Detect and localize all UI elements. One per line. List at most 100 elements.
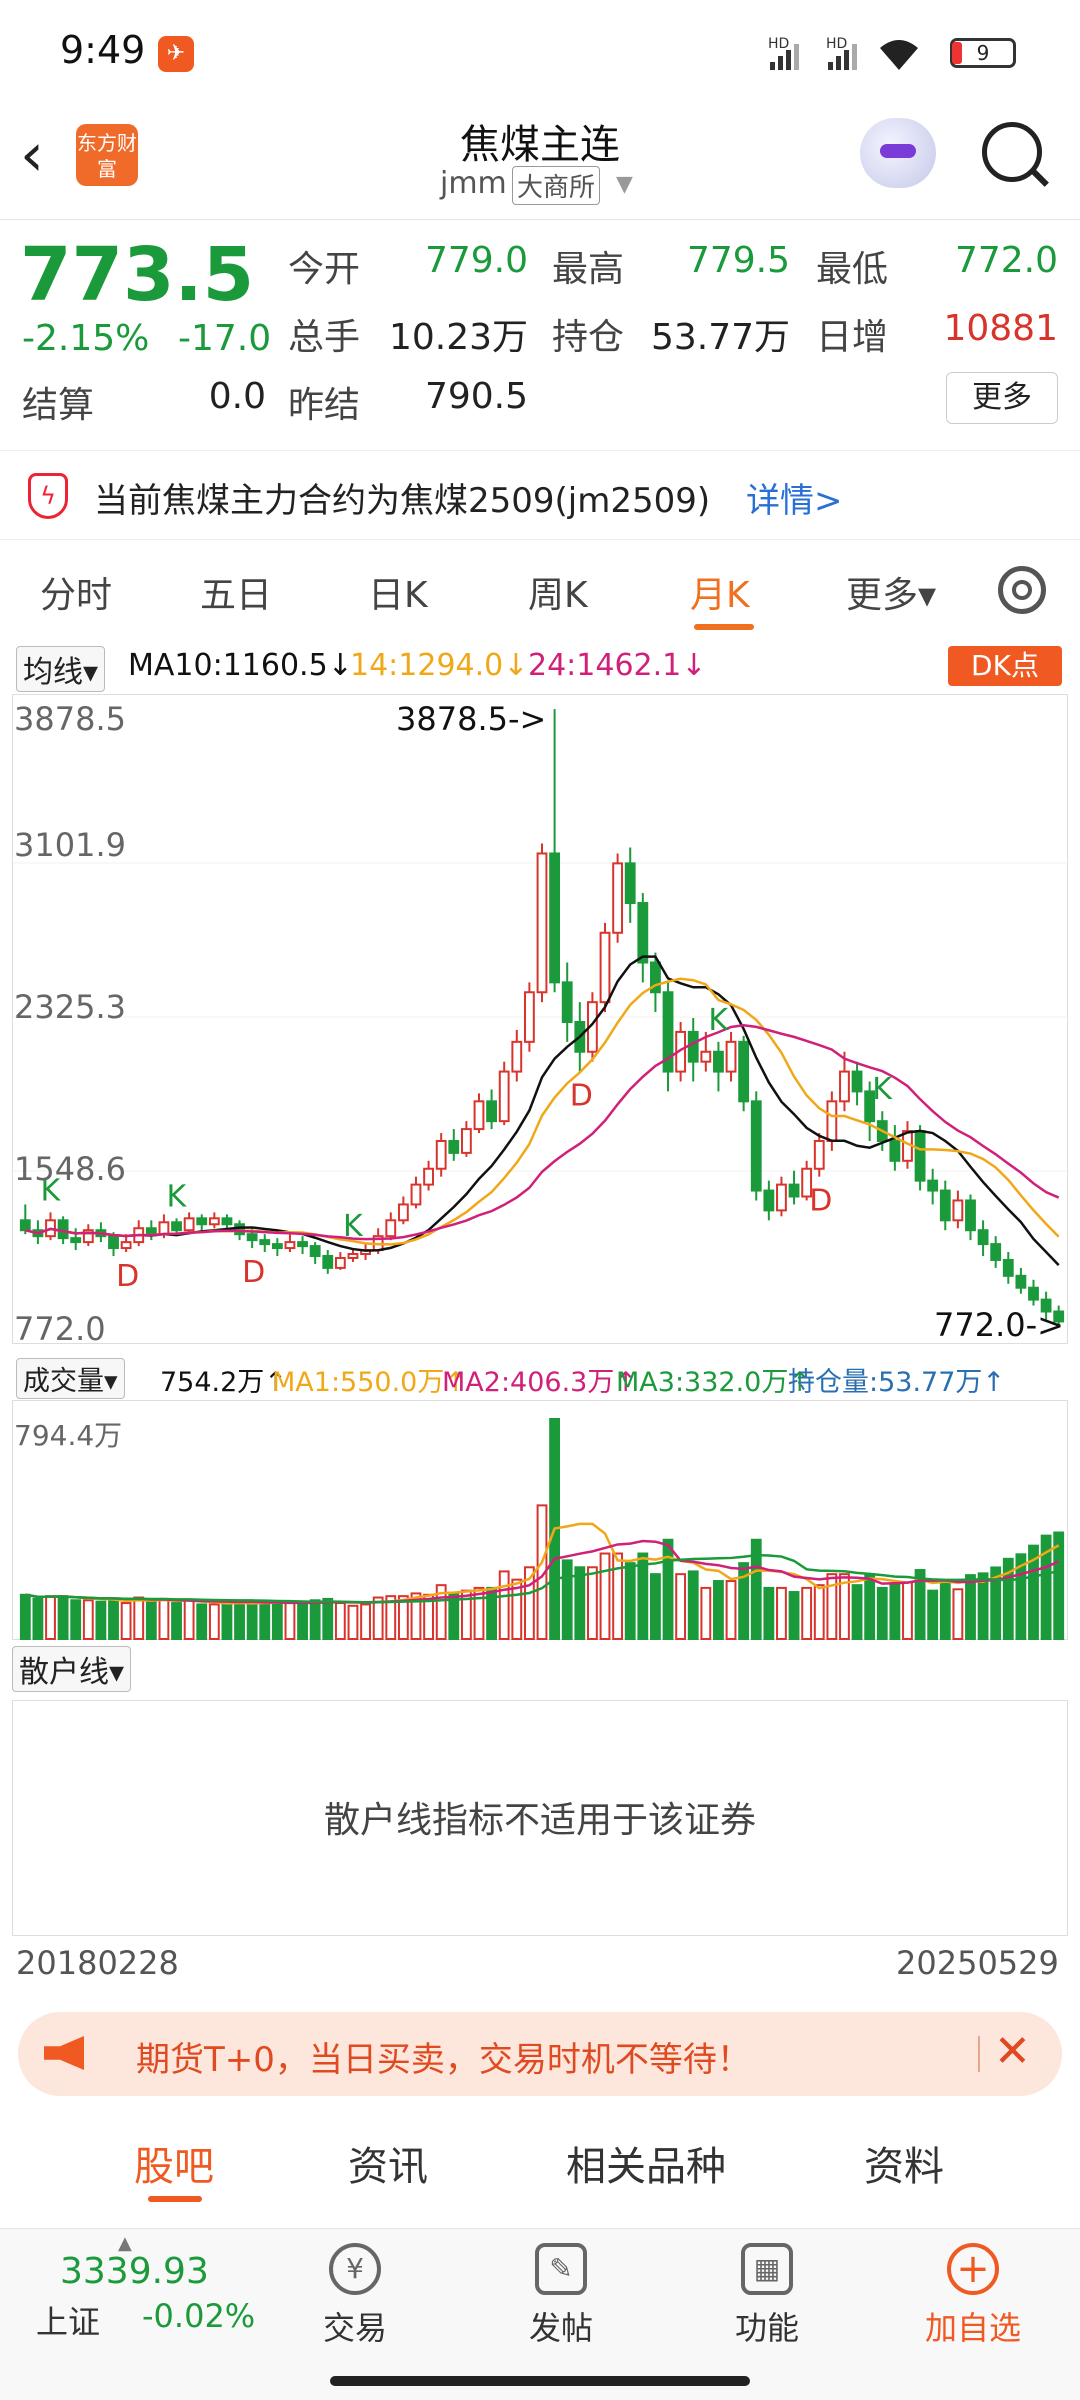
- volume-bar: [801, 1586, 813, 1640]
- add-watchlist-label: 加自选: [924, 2309, 1021, 2347]
- volume-bar: [675, 1573, 687, 1640]
- grid-icon: ▦: [741, 2243, 793, 2295]
- ma-line-10: [25, 955, 1060, 1266]
- candle-body: [687, 1030, 699, 1063]
- promo-text: 期货T+0，当日买卖，交易时机不等待！: [136, 2040, 751, 2080]
- volume-bar: [158, 1597, 170, 1641]
- search-icon-handle: [1029, 167, 1049, 187]
- change-percent: -2.15%: [22, 318, 150, 359]
- details-link[interactable]: 详情>: [746, 473, 843, 522]
- candle-body: [1028, 1286, 1039, 1301]
- signal-label: K: [167, 1179, 188, 1214]
- volume-bar: [347, 1604, 359, 1641]
- tab-intraday[interactable]: 分时: [40, 566, 112, 618]
- add-watchlist-button[interactable]: + 加自选: [918, 2243, 1028, 2349]
- volume-bar: [32, 1597, 44, 1641]
- field-value: 10881: [943, 308, 1058, 349]
- y-tick-label: 3101.9: [14, 826, 126, 864]
- candle-body: [70, 1237, 82, 1244]
- field-value: 0.0: [208, 376, 266, 417]
- volume-selector[interactable]: 成交量▾: [16, 1358, 125, 1399]
- more-button[interactable]: 更多: [946, 372, 1058, 424]
- tab-more[interactable]: 更多▾: [846, 566, 936, 618]
- function-button[interactable]: ▦ 功能: [712, 2243, 822, 2349]
- candle-body: [511, 1040, 523, 1073]
- plus-icon: +: [947, 2243, 999, 2295]
- tab-monthly[interactable]: 月K: [690, 566, 750, 618]
- signal-wifi-icons: HD HD: [768, 36, 918, 70]
- volume-bar: [939, 1580, 951, 1640]
- tab-news[interactable]: 资讯: [348, 2134, 428, 2192]
- candle-body: [839, 1070, 850, 1103]
- candle-body: [713, 1050, 724, 1073]
- exchange-dropdown-icon[interactable]: ▼: [616, 172, 633, 197]
- candle-body: [750, 1100, 762, 1192]
- volume-bar: [271, 1602, 283, 1640]
- post-button[interactable]: ✎ 发帖: [506, 2243, 616, 2349]
- volume-bar: [637, 1552, 649, 1640]
- candle-body: [1002, 1258, 1014, 1277]
- content-tabs: 股吧 资讯 相关品种 资料: [0, 2110, 1080, 2210]
- field-label: 最低: [816, 249, 889, 290]
- tab-daily[interactable]: 日K: [368, 566, 428, 618]
- megaphone-icon: [44, 2036, 84, 2070]
- candle-body: [763, 1189, 775, 1212]
- close-icon[interactable]: ✕: [994, 2026, 1031, 2077]
- index-value[interactable]: 3339.93: [60, 2251, 209, 2292]
- volume-bar: [57, 1595, 69, 1640]
- trade-button[interactable]: ¥ 交易: [300, 2243, 410, 2349]
- volume-bar: [45, 1595, 56, 1640]
- notice-text: 当前焦煤主力合约为焦煤2509(jm2509): [94, 481, 711, 521]
- main-contract-notice[interactable]: ϟ 当前焦煤主力合约为焦煤2509(jm2509) 详情>: [0, 450, 1080, 540]
- volume-bar: [586, 1566, 598, 1640]
- exchange-badge[interactable]: 大商所: [512, 166, 601, 205]
- volume-bar: [297, 1602, 308, 1640]
- trade-label: 交易: [322, 2309, 387, 2347]
- kline-chart[interactable]: KDKDKDKDK: [12, 694, 1069, 1344]
- candle-body: [889, 1139, 901, 1162]
- tab-related[interactable]: 相关品种: [566, 2134, 726, 2192]
- promo-banner[interactable]: 期货T+0，当日买卖，交易时机不等待！ ✕: [18, 2012, 1062, 2096]
- signal-label: D: [242, 1255, 265, 1290]
- candle-body: [158, 1221, 170, 1236]
- volume-chart[interactable]: [12, 1400, 1068, 1641]
- volume-bar: [309, 1599, 321, 1641]
- candle-body: [435, 1139, 447, 1170]
- yen-icon: ¥: [329, 2243, 381, 2295]
- candle-body: [108, 1235, 119, 1250]
- ma14-value: 14:1294.0↓: [350, 648, 529, 683]
- indicator-selector[interactable]: 均线▾: [16, 646, 106, 692]
- tab-five-day[interactable]: 五日: [200, 566, 272, 618]
- field-label: 总手: [288, 317, 361, 358]
- signal-label: D: [116, 1259, 139, 1294]
- candle-body: [977, 1229, 989, 1246]
- volume-bar: [145, 1600, 157, 1640]
- candle-body: [284, 1241, 296, 1250]
- sanhu-message: 散户线指标不适用于该证券: [323, 1800, 756, 1841]
- tab-guba[interactable]: 股吧: [134, 2134, 214, 2192]
- tab-weekly[interactable]: 周K: [528, 566, 588, 618]
- volume-bar: [965, 1574, 976, 1641]
- field-value: 10.23万: [388, 317, 528, 358]
- tab-profile[interactable]: 资料: [864, 2134, 944, 2192]
- candle-body: [952, 1199, 964, 1222]
- volume-bar: [208, 1603, 220, 1640]
- shield-icon: ϟ: [28, 473, 68, 519]
- bottom-nav: ▲ 3339.93 上证 -0.02% ¥ 交易 ✎ 发帖 ▦ 功能 + 加自选: [0, 2228, 1080, 2400]
- candle-body: [397, 1203, 409, 1222]
- candle-body: [473, 1100, 485, 1131]
- candle-body: [738, 1040, 750, 1103]
- field-label: 持仓: [552, 317, 625, 358]
- candle-body: [19, 1219, 31, 1232]
- dk-point-button[interactable]: DK点: [948, 646, 1062, 686]
- candle-body: [385, 1219, 397, 1238]
- field-label: 结算: [22, 385, 95, 426]
- volume-bar: [334, 1602, 346, 1640]
- status-bar: 9:49 ✈ HD HD 9: [0, 0, 1080, 100]
- volume-bar: [120, 1602, 132, 1640]
- candle-body: [57, 1219, 69, 1240]
- candle-body: [259, 1239, 271, 1246]
- volume-bar: [864, 1573, 876, 1640]
- home-indicator: [330, 2376, 750, 2386]
- sanhu-selector[interactable]: 散户线▾: [12, 1646, 132, 1692]
